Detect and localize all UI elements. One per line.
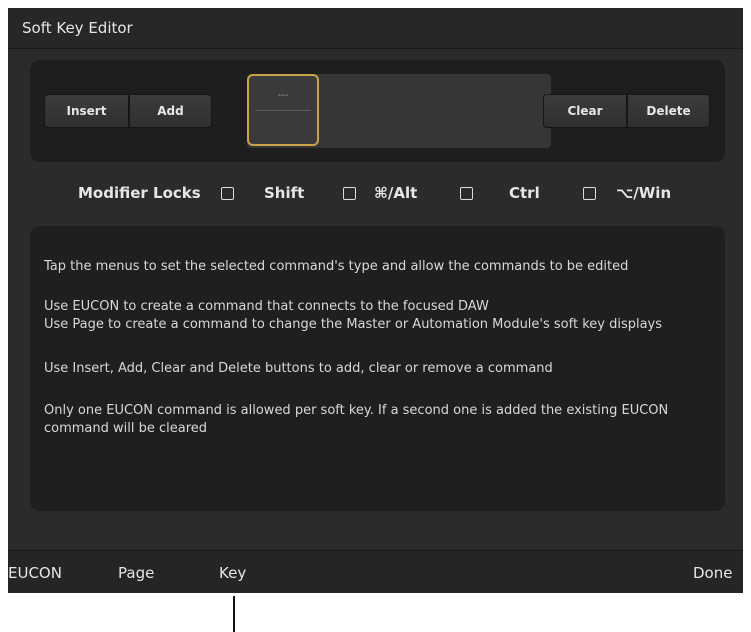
window-title: Soft Key Editor <box>22 19 133 37</box>
bottom-menu-bar: EUCON Page Key Done <box>8 550 743 593</box>
key-menu[interactable]: Key <box>219 564 246 582</box>
modifier-locks-heading: Modifier Locks <box>78 184 201 202</box>
page-menu[interactable]: Page <box>118 564 154 582</box>
delete-button[interactable]: Delete <box>627 94 710 128</box>
help-text-eucon-limit: Only one EUCON command is allowed per so… <box>44 403 669 436</box>
shift-label: Shift <box>264 184 305 202</box>
soft-key-editor-window: Soft Key Editor Insert Add --- Clear Del… <box>8 8 743 593</box>
empty-command-placeholder: --- <box>277 90 289 101</box>
ctrl-label: Ctrl <box>509 184 540 202</box>
help-text-buttons: Use Insert, Add, Clear and Delete button… <box>44 361 553 376</box>
clear-button[interactable]: Clear <box>543 94 627 128</box>
help-text-page: Use Page to create a command to change t… <box>44 317 663 332</box>
command-panel: Insert Add --- Clear Delete <box>30 60 725 162</box>
eucon-menu[interactable]: EUCON <box>8 564 62 582</box>
option-win-checkbox[interactable] <box>583 187 596 200</box>
slot-divider <box>255 110 311 111</box>
help-text-eucon: Use EUCON to create a command that conne… <box>44 299 489 314</box>
shift-checkbox[interactable] <box>221 187 234 200</box>
title-bar: Soft Key Editor <box>8 8 743 49</box>
add-button[interactable]: Add <box>129 94 212 128</box>
ctrl-checkbox[interactable] <box>460 187 473 200</box>
callout-line <box>233 596 235 632</box>
command-strip: --- <box>247 74 551 148</box>
cmd-alt-label: ⌘/Alt <box>374 184 418 202</box>
selected-command-slot[interactable]: --- <box>247 74 319 146</box>
option-win-label: ⌥/Win <box>616 184 672 202</box>
modifier-locks-row: Modifier Locks Shift ⌘/Alt Ctrl ⌥/Win <box>8 184 743 206</box>
cmd-alt-checkbox[interactable] <box>343 187 356 200</box>
insert-button[interactable]: Insert <box>44 94 129 128</box>
help-text-menus: Tap the menus to set the selected comman… <box>44 259 629 274</box>
help-text-panel: Tap the menus to set the selected comman… <box>30 226 725 511</box>
done-button[interactable]: Done <box>693 564 732 582</box>
